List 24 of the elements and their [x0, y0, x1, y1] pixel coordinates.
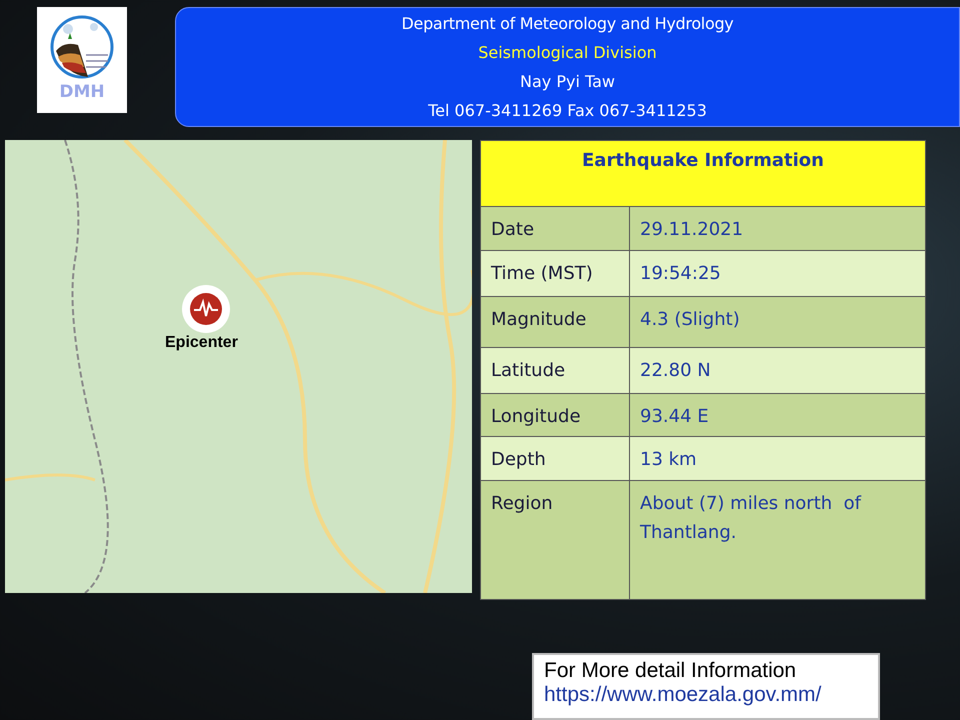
header-text: Seismological Division [478, 42, 657, 64]
logo-text: DMH [59, 81, 105, 103]
table-cell: About (7) miles north of Thantlang. [630, 481, 925, 599]
table-cell: Region [481, 481, 629, 599]
table-cell: 19:54:25 [630, 251, 925, 296]
header-text: Department of Meteorology and Hydrology [402, 13, 734, 35]
info-text: For More detail Information [544, 659, 798, 683]
header-text: Tel 067-3411269 Fax 067-3411253 [428, 100, 707, 122]
table-cell: Magnitude [481, 297, 629, 347]
table-cell: 93.44 E [630, 394, 925, 436]
epicenter-label: Epicenter [165, 334, 238, 352]
table-title: Earthquake Information [481, 141, 925, 206]
table-cell: Date [481, 207, 629, 250]
table-cell: Latitude [481, 348, 629, 393]
header-text: Nay Pyi Taw [520, 71, 615, 93]
table-cell: 13 km [630, 437, 925, 480]
table-cell: Depth [481, 437, 629, 480]
table-cell: 22.80 N [630, 348, 925, 393]
epicenter-marker-icon [181, 284, 231, 334]
table-cell: 4.3 (Slight) [630, 297, 925, 347]
website-link[interactable]: https://www.moezala.gov.mm/ [544, 683, 868, 707]
table-cell: Time (MST) [481, 251, 629, 296]
table-cell: 29.11.2021 [630, 207, 925, 250]
table-cell: Longitude [481, 394, 629, 436]
